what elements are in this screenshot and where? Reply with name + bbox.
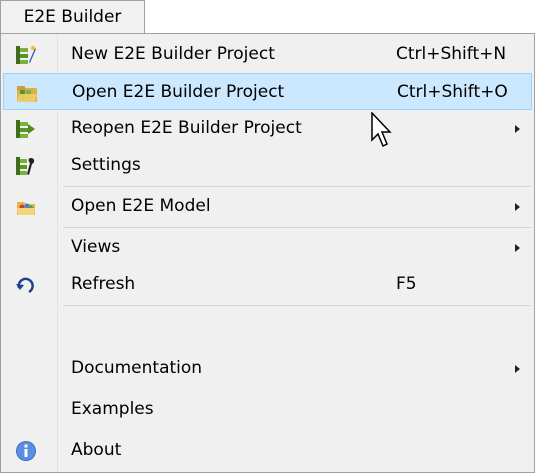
menu-item-documentation[interactable]: Documentation [3, 350, 532, 387]
menu-item-views[interactable]: Views [3, 229, 532, 266]
menu-item-label: Examples [71, 399, 154, 419]
submenu-arrow-icon [515, 244, 520, 252]
menu-e2e-builder[interactable]: E2E Builder [0, 0, 145, 33]
info-icon [15, 440, 37, 462]
menu-item-label: Documentation [71, 358, 203, 378]
reopen-project-icon [15, 118, 37, 140]
open-model-icon [15, 196, 37, 218]
settings-icon [15, 155, 37, 177]
menu-item-label: Open E2E Model [71, 196, 211, 216]
menu-item-label: Open E2E Builder Project [72, 82, 285, 102]
menu-item-label: Reopen E2E Builder Project [71, 118, 302, 138]
dropdown-menu: New E2E Builder Project Ctrl+Shift+N Ope… [0, 33, 535, 473]
open-project-icon [16, 82, 38, 104]
menu-item-about[interactable]: About [3, 432, 532, 469]
menu-item-label: About [71, 440, 122, 460]
menu-separator [63, 305, 531, 306]
submenu-arrow-icon [515, 125, 520, 133]
menu-item-open-model[interactable]: Open E2E Model [3, 188, 532, 225]
menu-bar: E2E Builder [0, 0, 535, 35]
menu-item-label: Settings [71, 155, 141, 175]
menu-item-shortcut: Ctrl+Shift+O [397, 82, 508, 102]
submenu-arrow-icon [515, 203, 520, 211]
menu-item-refresh[interactable]: Refresh F5 [3, 266, 532, 303]
menu-item-reopen-project[interactable]: Reopen E2E Builder Project [3, 110, 532, 147]
menu-item-shortcut: F5 [396, 274, 417, 294]
mouse-pointer-icon [371, 112, 392, 148]
menu-item-label: Views [71, 237, 121, 257]
menu-item-shortcut: Ctrl+Shift+N [396, 44, 507, 64]
menu-item-label: Refresh [71, 274, 136, 294]
refresh-icon [15, 274, 37, 296]
menu-item-new-project[interactable]: New E2E Builder Project Ctrl+Shift+N [3, 36, 532, 73]
menu-item-open-project[interactable]: Open E2E Builder Project Ctrl+Shift+O [3, 73, 532, 110]
submenu-arrow-icon [515, 365, 520, 373]
menu-item-examples[interactable]: Examples [3, 391, 532, 428]
menu-item-label: New E2E Builder Project [71, 44, 275, 64]
menu-title: E2E Builder [23, 7, 122, 27]
menu-separator [63, 227, 531, 228]
new-project-icon [15, 44, 37, 66]
menu-separator [63, 186, 531, 187]
menu-item-settings[interactable]: Settings [3, 147, 532, 184]
